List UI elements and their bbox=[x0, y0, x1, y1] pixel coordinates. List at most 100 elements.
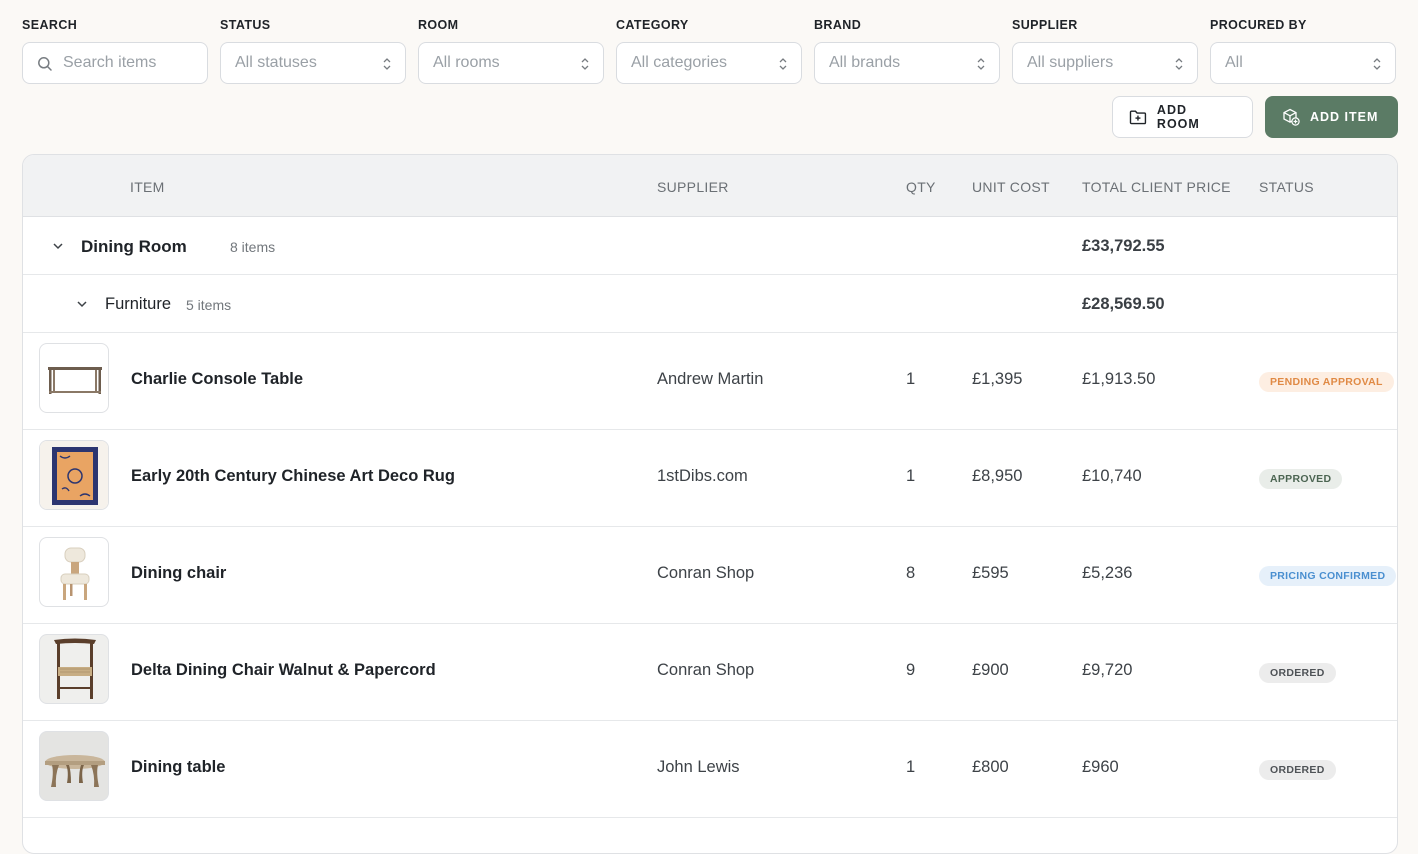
table-header: ITEM SUPPLIER QTY UNIT COST TOTAL CLIENT… bbox=[23, 155, 1397, 217]
column-header-total-client-price[interactable]: TOTAL CLIENT PRICE bbox=[1082, 179, 1231, 195]
item-qty: 8 bbox=[906, 564, 916, 582]
column-header-qty[interactable]: QTY bbox=[906, 179, 936, 195]
category-group-row[interactable]: Furniture 5 items £28,569.50 bbox=[23, 275, 1397, 333]
item-name[interactable]: Delta Dining Chair Walnut & Papercord bbox=[131, 661, 436, 680]
column-header-supplier[interactable]: SUPPLIER bbox=[657, 179, 729, 195]
column-header-item[interactable]: ITEM bbox=[130, 179, 165, 195]
item-name[interactable]: Early 20th Century Chinese Art Deco Rug bbox=[131, 467, 455, 486]
item-total: £9,720 bbox=[1082, 661, 1133, 679]
search-input[interactable]: Search items bbox=[22, 42, 208, 84]
item-total: £10,740 bbox=[1082, 467, 1142, 485]
chevron-updown-icon bbox=[779, 58, 787, 70]
chair-icon bbox=[39, 537, 109, 607]
item-supplier: Andrew Martin bbox=[657, 370, 764, 388]
category-select[interactable]: All categories bbox=[616, 42, 802, 84]
filter-label: PROCURED BY bbox=[1210, 18, 1307, 32]
column-header-status[interactable]: STATUS bbox=[1259, 179, 1314, 195]
procured-by-select[interactable]: All bbox=[1210, 42, 1396, 84]
column-header-unit-cost[interactable]: UNIT COST bbox=[972, 179, 1050, 195]
chevron-updown-icon bbox=[581, 58, 589, 70]
room-group-row[interactable]: Dining Room 8 items £33,792.55 bbox=[23, 217, 1397, 275]
chevron-down-icon[interactable] bbox=[76, 298, 88, 310]
item-unit-cost: £595 bbox=[972, 564, 1009, 582]
status-badge[interactable]: APPROVED bbox=[1259, 469, 1343, 489]
brand-select-value: All brands bbox=[829, 54, 901, 71]
category-name: Furniture bbox=[105, 295, 172, 313]
search-placeholder: Search items bbox=[63, 54, 157, 71]
room-total: £33,792.55 bbox=[1082, 237, 1165, 255]
table-row[interactable]: Delta Dining Chair Walnut & Papercord Co… bbox=[23, 624, 1397, 721]
item-unit-cost: £900 bbox=[972, 661, 1009, 679]
item-supplier: John Lewis bbox=[657, 758, 740, 776]
room-select[interactable]: All rooms bbox=[418, 42, 604, 84]
item-name[interactable]: Dining table bbox=[131, 758, 225, 777]
filter-supplier: SUPPLIER All suppliers bbox=[1012, 18, 1198, 84]
item-name[interactable]: Dining chair bbox=[131, 564, 226, 583]
table-row[interactable]: Dining table John Lewis 1 £800 £960 ORDE… bbox=[23, 721, 1397, 818]
dining-table-icon bbox=[39, 731, 109, 801]
chevron-updown-icon bbox=[383, 58, 391, 70]
status-badge[interactable]: PRICING CONFIRMED bbox=[1259, 566, 1397, 586]
console-table-icon bbox=[39, 343, 109, 413]
status-badge[interactable]: ORDERED bbox=[1259, 760, 1336, 780]
chevron-updown-icon bbox=[977, 58, 985, 70]
item-total: £5,236 bbox=[1082, 564, 1133, 582]
chevron-updown-icon bbox=[1175, 58, 1183, 70]
search-icon bbox=[38, 57, 52, 71]
filter-bar: SEARCH Search items STATUS All statuses … bbox=[22, 18, 1396, 84]
filter-procured-by: PROCURED BY All bbox=[1210, 18, 1396, 84]
add-item-label: ADD ITEM bbox=[1310, 110, 1379, 124]
add-room-button[interactable]: ADD ROOM bbox=[1112, 96, 1253, 138]
procured-by-select-value: All bbox=[1225, 54, 1243, 71]
status-badge[interactable]: ORDERED bbox=[1259, 663, 1336, 683]
item-unit-cost: £800 bbox=[972, 758, 1009, 776]
table-row[interactable]: Charlie Console Table Andrew Martin 1 £1… bbox=[23, 333, 1397, 430]
item-qty: 1 bbox=[906, 370, 916, 388]
room-item-count: 8 items bbox=[230, 239, 276, 255]
folder-plus-icon bbox=[1129, 110, 1147, 125]
filter-status: STATUS All statuses bbox=[220, 18, 406, 84]
table-row[interactable]: Early 20th Century Chinese Art Deco Rug … bbox=[23, 430, 1397, 527]
supplier-select-value: All suppliers bbox=[1027, 54, 1114, 71]
supplier-select[interactable]: All suppliers bbox=[1012, 42, 1198, 84]
item-supplier: Conran Shop bbox=[657, 661, 755, 679]
filter-label: SEARCH bbox=[22, 18, 78, 32]
item-qty: 1 bbox=[906, 758, 916, 776]
brand-select[interactable]: All brands bbox=[814, 42, 1000, 84]
item-supplier: Conran Shop bbox=[657, 564, 755, 582]
item-supplier: 1stDibs.com bbox=[657, 467, 748, 485]
category-total: £28,569.50 bbox=[1082, 295, 1165, 313]
filter-label: ROOM bbox=[418, 18, 459, 32]
status-badge[interactable]: PENDING APPROVAL bbox=[1259, 372, 1394, 392]
chevron-updown-icon bbox=[1373, 58, 1381, 70]
action-bar: ADD ROOM ADD ITEM bbox=[1112, 96, 1398, 138]
walnut-chair-icon bbox=[39, 634, 109, 704]
items-table: ITEM SUPPLIER QTY UNIT COST TOTAL CLIENT… bbox=[22, 154, 1398, 854]
status-select-value: All statuses bbox=[235, 54, 317, 71]
filter-search: SEARCH Search items bbox=[22, 18, 208, 84]
filter-label: BRAND bbox=[814, 18, 862, 32]
item-total: £960 bbox=[1082, 758, 1119, 776]
item-total: £1,913.50 bbox=[1082, 370, 1156, 388]
table-row[interactable]: Dining chair Conran Shop 8 £595 £5,236 P… bbox=[23, 527, 1397, 624]
category-item-count: 5 items bbox=[186, 297, 232, 313]
room-select-value: All rooms bbox=[433, 54, 500, 71]
filter-category: CATEGORY All categories bbox=[616, 18, 802, 84]
rug-icon bbox=[39, 440, 109, 510]
filter-brand: BRAND All brands bbox=[814, 18, 1000, 84]
chevron-down-icon[interactable] bbox=[52, 240, 64, 252]
item-qty: 9 bbox=[906, 661, 916, 679]
add-item-button[interactable]: ADD ITEM bbox=[1265, 96, 1398, 138]
add-room-label: ADD ROOM bbox=[1156, 103, 1200, 131]
package-plus-icon bbox=[1283, 108, 1300, 126]
item-unit-cost: £8,950 bbox=[972, 467, 1023, 485]
item-qty: 1 bbox=[906, 467, 916, 485]
item-name[interactable]: Charlie Console Table bbox=[131, 370, 303, 389]
status-select[interactable]: All statuses bbox=[220, 42, 406, 84]
room-name: Dining Room bbox=[81, 237, 187, 256]
category-select-value: All categories bbox=[631, 54, 728, 71]
filter-label: STATUS bbox=[220, 18, 271, 32]
filter-label: CATEGORY bbox=[616, 18, 689, 32]
filter-label: SUPPLIER bbox=[1012, 18, 1078, 32]
filter-room: ROOM All rooms bbox=[418, 18, 604, 84]
